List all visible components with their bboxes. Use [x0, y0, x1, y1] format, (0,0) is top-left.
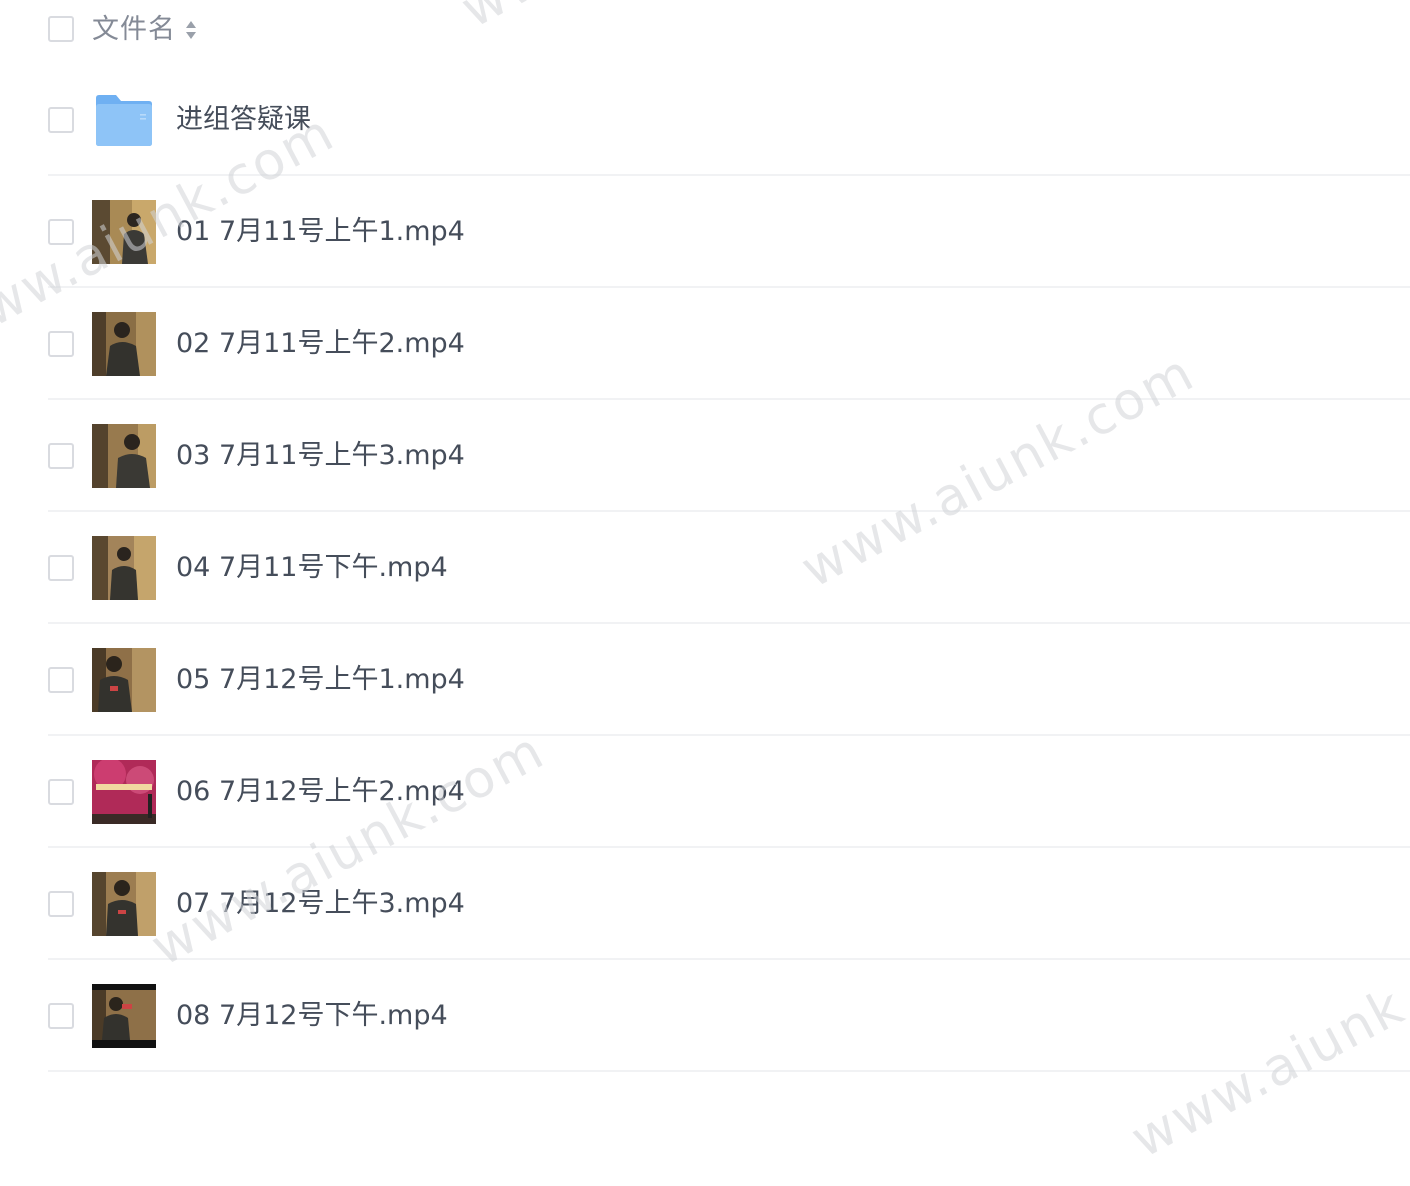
file-row-folder[interactable]: 进组答疑课: [0, 64, 1410, 176]
file-name[interactable]: 08 7月12号下午.mp4: [176, 998, 448, 1034]
file-row-video[interactable]: 06 7月12号上午2.mp4: [0, 736, 1410, 848]
video-thumbnail: [92, 872, 156, 936]
file-row-video[interactable]: 03 7月11号上午3.mp4: [0, 400, 1410, 512]
select-all-checkbox[interactable]: [48, 16, 74, 42]
video-thumbnail: [92, 760, 156, 824]
file-name[interactable]: 06 7月12号上午2.mp4: [176, 774, 465, 810]
file-name[interactable]: 07 7月12号上午3.mp4: [176, 886, 465, 922]
row-checkbox[interactable]: [48, 555, 74, 581]
video-thumbnail: [92, 200, 156, 264]
file-name[interactable]: 04 7月11号下午.mp4: [176, 550, 448, 586]
file-name[interactable]: 02 7月11号上午2.mp4: [176, 326, 465, 362]
file-row-video[interactable]: 05 7月12号上午1.mp4: [0, 624, 1410, 736]
file-name[interactable]: 03 7月11号上午3.mp4: [176, 438, 465, 474]
file-row-video[interactable]: 01 7月11号上午1.mp4: [0, 176, 1410, 288]
row-checkbox[interactable]: [48, 443, 74, 469]
row-checkbox[interactable]: [48, 1003, 74, 1029]
folder-icon: [96, 95, 152, 146]
row-checkbox[interactable]: [48, 107, 74, 133]
video-thumbnail: [92, 536, 156, 600]
row-checkbox[interactable]: [48, 219, 74, 245]
row-divider: [48, 1070, 1410, 1072]
file-row-video[interactable]: 07 7月12号上午3.mp4: [0, 848, 1410, 960]
file-row-video[interactable]: 02 7月11号上午2.mp4: [0, 288, 1410, 400]
video-thumbnail: [92, 424, 156, 488]
row-checkbox[interactable]: [48, 779, 74, 805]
filename-column-header[interactable]: 文件名: [92, 12, 176, 48]
video-thumbnail: [92, 312, 156, 376]
video-thumbnail: [92, 984, 156, 1048]
sort-icon[interactable]: [184, 18, 198, 42]
file-row-video[interactable]: 08 7月12号下午.mp4: [0, 960, 1410, 1072]
file-name[interactable]: 01 7月11号上午1.mp4: [176, 214, 465, 250]
file-row-video[interactable]: 04 7月11号下午.mp4: [0, 512, 1410, 624]
row-checkbox[interactable]: [48, 667, 74, 693]
file-list-header: 文件名: [0, 0, 1410, 60]
file-name[interactable]: 05 7月12号上午1.mp4: [176, 662, 465, 698]
row-checkbox[interactable]: [48, 331, 74, 357]
file-name[interactable]: 进组答疑课: [176, 102, 311, 138]
row-checkbox[interactable]: [48, 891, 74, 917]
video-thumbnail: [92, 648, 156, 712]
